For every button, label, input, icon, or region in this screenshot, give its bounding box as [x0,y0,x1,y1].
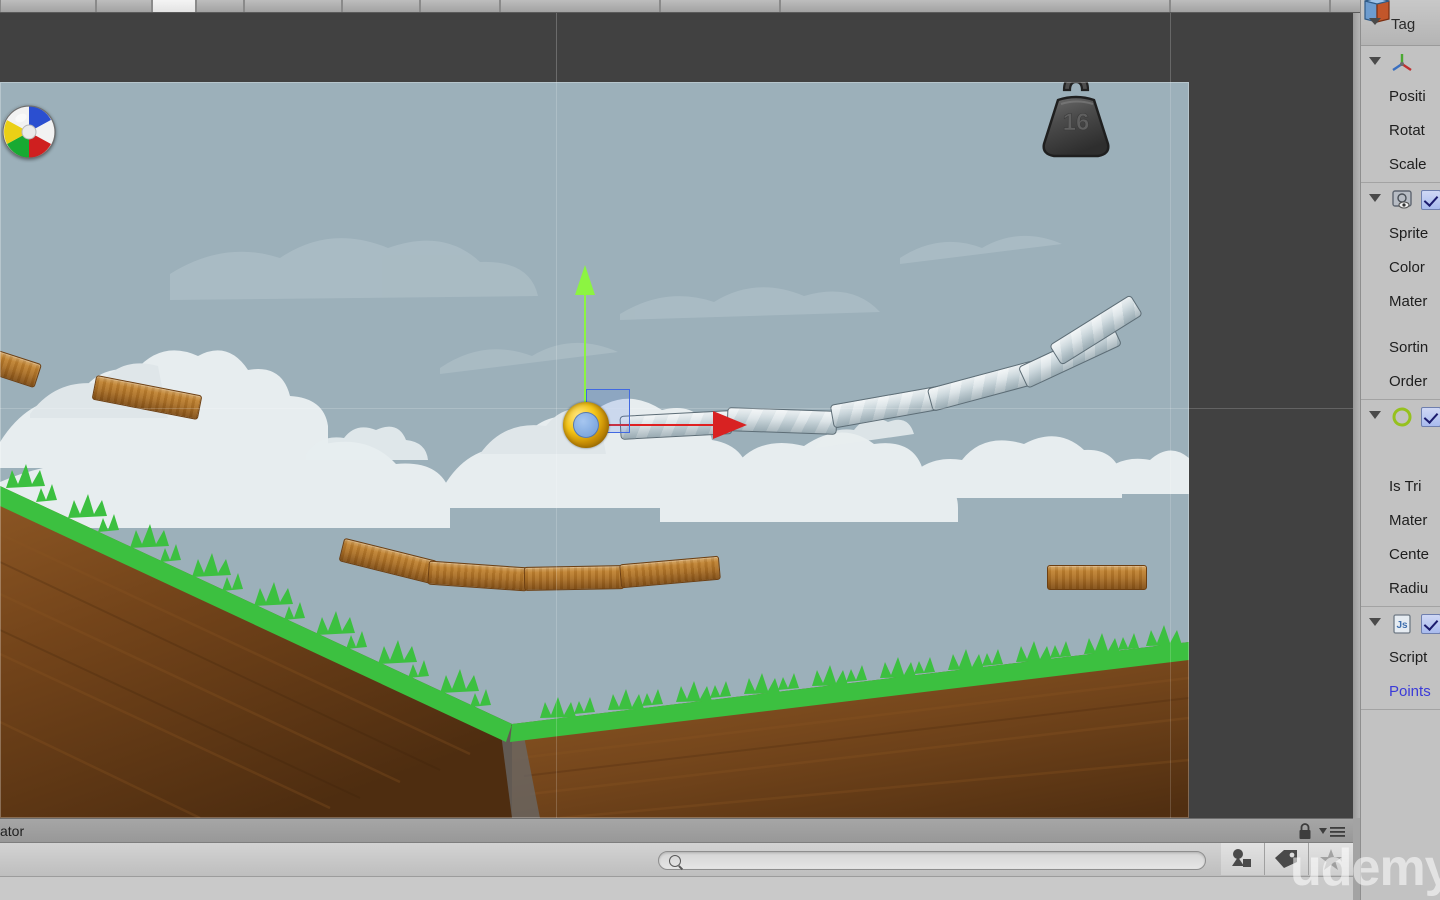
is-trigger-label: Is Tri [1389,478,1422,495]
star-icon [1320,849,1342,870]
unity-editor-window: 16 Tag Positi Rotat Scale Sprite Color M… [0,0,1440,900]
bottom-panel-tabbar: ator [0,818,1353,843]
sorting-layer-label: Sortin [1389,339,1429,356]
inspector-bottom-filler [1360,818,1440,900]
tag-icon [1275,850,1297,868]
component-circle-collider-2d: Is Tri Mater Cente Radiu [1361,400,1440,607]
toolbar-segment[interactable] [660,0,780,12]
camera-viewport: 16 [0,82,1189,818]
js-script-enabled-checkbox[interactable] [1421,614,1440,634]
project-panel-body[interactable] [0,877,1353,900]
component-js-script: Js Script Points [1361,607,1440,710]
favorites-button[interactable] [1309,843,1353,875]
scene-grid-line-horizon [0,408,1353,409]
filter-by-type-button[interactable] [1221,843,1265,875]
toolbar-segment[interactable] [0,0,96,12]
toolbar-segment[interactable] [500,0,660,12]
weight-16kg-icon: 16 [1042,82,1110,158]
transform-axis-icon [1392,54,1412,71]
toolbar-segment[interactable] [96,0,152,12]
toolbar-segment-active[interactable] [152,0,196,12]
toolbar-segment[interactable] [196,0,244,12]
toolbar-segment[interactable] [342,0,420,12]
hamburger-menu-icon[interactable] [1319,826,1345,838]
circle-collider-icon [1392,407,1412,427]
project-panel-toolbar [0,843,1353,877]
terrain-layer [0,464,1189,818]
material-field-label: Mater [1389,293,1428,310]
weight-sprite[interactable]: 16 [1030,82,1122,164]
transform-header[interactable] [1361,46,1440,80]
circle-collider-enabled-checkbox[interactable] [1421,407,1440,427]
spacer-row [1361,434,1440,470]
script-field-label: Script [1389,649,1428,666]
lock-icon[interactable] [1297,823,1313,840]
chevron-down-icon[interactable] [1369,57,1381,65]
order-in-layer-label: Order [1389,373,1428,390]
chevron-down-icon[interactable] [1369,618,1381,626]
beach-ball-sprite[interactable] [2,105,56,159]
gizmo-y-arrow-icon[interactable] [575,265,595,295]
filter-by-label-button[interactable] [1265,843,1309,875]
tag-label: Tag [1391,16,1416,33]
inspector-header: Tag [1361,0,1440,46]
prefab-dropdown-icon[interactable] [1369,18,1381,25]
search-input[interactable] [658,851,1206,870]
toolbar-segment[interactable] [244,0,342,12]
scene-view[interactable]: 16 [0,13,1353,818]
project-filter-buttons [1221,843,1353,875]
beach-ball-segments [2,105,56,159]
wood-plank-right[interactable] [1047,565,1147,590]
collider-material-label: Mater [1389,512,1428,529]
selected-ring-hole [573,412,599,438]
circle-collider-header[interactable] [1361,400,1440,434]
transform-position-label: Positi [1389,88,1426,105]
search-icon [669,855,681,867]
sprite-renderer-enabled-checkbox[interactable] [1421,190,1440,210]
weight-label: 16 [1063,109,1090,136]
chevron-down-icon[interactable] [1369,194,1381,202]
color-field-label: Color [1389,259,1425,276]
points-field-label[interactable]: Points [1361,675,1440,709]
gizmo-x-arrow-icon[interactable] [713,411,747,439]
top-toolbar [0,0,1440,13]
center-label: Cente [1389,546,1430,563]
chevron-down-icon[interactable] [1369,411,1381,419]
component-sprite-renderer: Sprite Color Mater Sortin Order [1361,183,1440,400]
js-script-header[interactable]: Js [1361,607,1440,641]
sprite-renderer-header[interactable] [1361,183,1440,217]
shapes-icon [1232,849,1251,867]
toolbar-segment[interactable] [1170,0,1330,12]
scene-grid-line-center [556,13,557,818]
radius-label: Radiu [1389,580,1429,597]
inspector-panel: Tag Positi Rotat Scale Sprite Color Mate… [1360,0,1440,818]
wood-plank[interactable] [523,565,625,591]
sprite-field-label: Sprite [1389,225,1429,242]
transform-scale-label: Scale [1389,156,1427,173]
toolbar-segment[interactable] [420,0,500,12]
component-transform: Positi Rotat Scale [1361,46,1440,183]
panel-splitter[interactable] [1353,13,1360,818]
js-script-icon: Js [1393,614,1411,634]
sprite-renderer-icon [1392,190,1412,209]
svg-text:Js: Js [1396,620,1408,631]
scene-grid-line-right [1170,13,1171,818]
transform-rotation-label: Rotat [1389,122,1425,139]
spacer-row [1361,319,1440,331]
toolbar-segment[interactable] [780,0,1170,12]
tab-animator[interactable]: ator [0,823,24,839]
